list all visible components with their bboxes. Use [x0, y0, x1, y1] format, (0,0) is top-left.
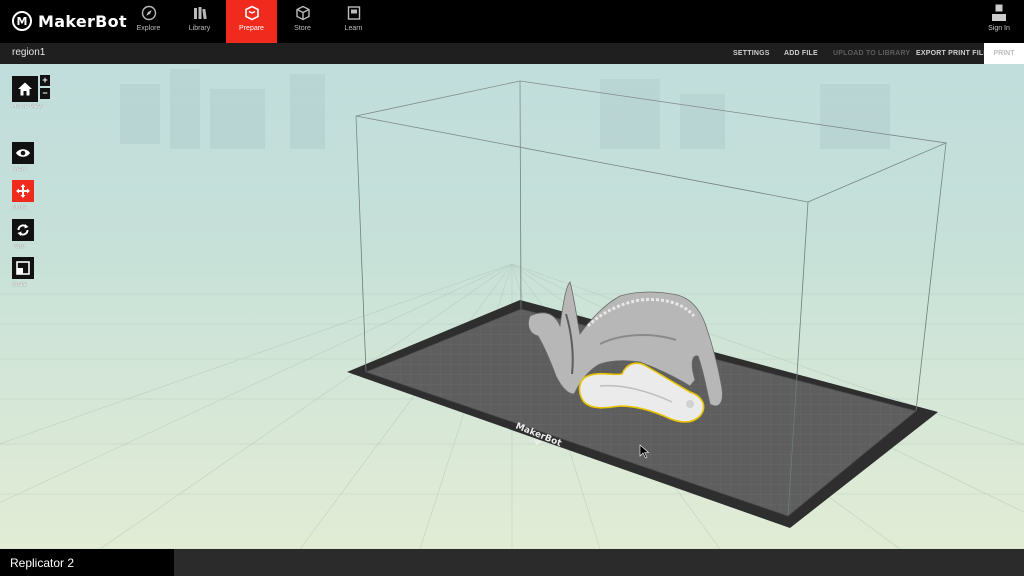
status-bar: Replicator 2 — [0, 549, 1024, 576]
tab-label: Store — [294, 25, 311, 32]
zoom-out-button[interactable]: − — [40, 88, 50, 99]
move-tool-button[interactable] — [12, 180, 34, 202]
3d-viewport[interactable]: MakerBot + − Home View View Move Turn Sc… — [0, 64, 1024, 549]
logo-text: MakerBot — [38, 11, 127, 31]
scale-tool-button[interactable] — [12, 257, 34, 279]
user-icon — [992, 4, 1006, 21]
sign-in-label: Sign In — [988, 25, 1010, 32]
settings-button[interactable]: SETTINGS — [733, 43, 770, 64]
home-icon — [18, 82, 32, 96]
project-filename: region1 — [12, 47, 46, 58]
top-navigation-bar: M MakerBot Explore Library Prepare Store — [0, 0, 1024, 43]
library-icon — [193, 7, 207, 20]
prepare-cube-icon — [244, 5, 259, 21]
tab-learn[interactable]: Learn — [328, 0, 379, 43]
scale-tool-label: Scale — [12, 282, 28, 288]
home-view-button[interactable] — [12, 76, 38, 102]
tab-library[interactable]: Library — [174, 0, 225, 43]
learn-book-icon — [347, 6, 360, 20]
makerbot-m-icon: M — [12, 11, 32, 31]
turn-tool-button[interactable] — [12, 219, 34, 241]
tab-store[interactable]: Store — [277, 0, 328, 43]
export-print-file-button[interactable]: EXPORT PRINT FILE — [916, 43, 988, 64]
eye-icon — [16, 149, 30, 157]
rotate-icon — [17, 224, 29, 236]
tab-label: Explore — [136, 25, 161, 32]
tab-explore[interactable]: Explore — [123, 0, 174, 43]
tab-label: Library — [188, 25, 211, 32]
tab-prepare[interactable]: Prepare — [226, 0, 277, 43]
move-tool-label: Move — [12, 205, 27, 211]
zoom-in-button[interactable]: + — [40, 75, 50, 86]
project-toolbar: region1 SETTINGS ADD FILE UPLOAD TO LIBR… — [0, 43, 1024, 64]
sign-in-button[interactable]: Sign In — [986, 4, 1012, 40]
view-tool-label: View — [13, 167, 26, 173]
add-file-button[interactable]: ADD FILE — [784, 43, 818, 64]
tab-label: Learn — [344, 25, 363, 32]
view-tool-button[interactable] — [12, 142, 34, 164]
print-button[interactable]: PRINT — [984, 43, 1024, 64]
makerbot-logo: M MakerBot — [12, 10, 127, 32]
build-scene: MakerBot — [0, 64, 1024, 549]
compass-icon — [141, 5, 156, 21]
store-cube-icon — [295, 5, 310, 21]
tab-label: Prepare — [239, 25, 264, 32]
printer-name: Replicator 2 — [10, 556, 75, 570]
home-view-label: Home View — [12, 104, 43, 110]
move-arrows-icon — [16, 184, 30, 198]
scale-icon — [16, 261, 30, 275]
turn-tool-label: Turn — [13, 244, 25, 250]
printer-selector[interactable]: Replicator 2 — [0, 549, 174, 576]
upload-to-library-button[interactable]: UPLOAD TO LIBRARY — [833, 43, 910, 64]
